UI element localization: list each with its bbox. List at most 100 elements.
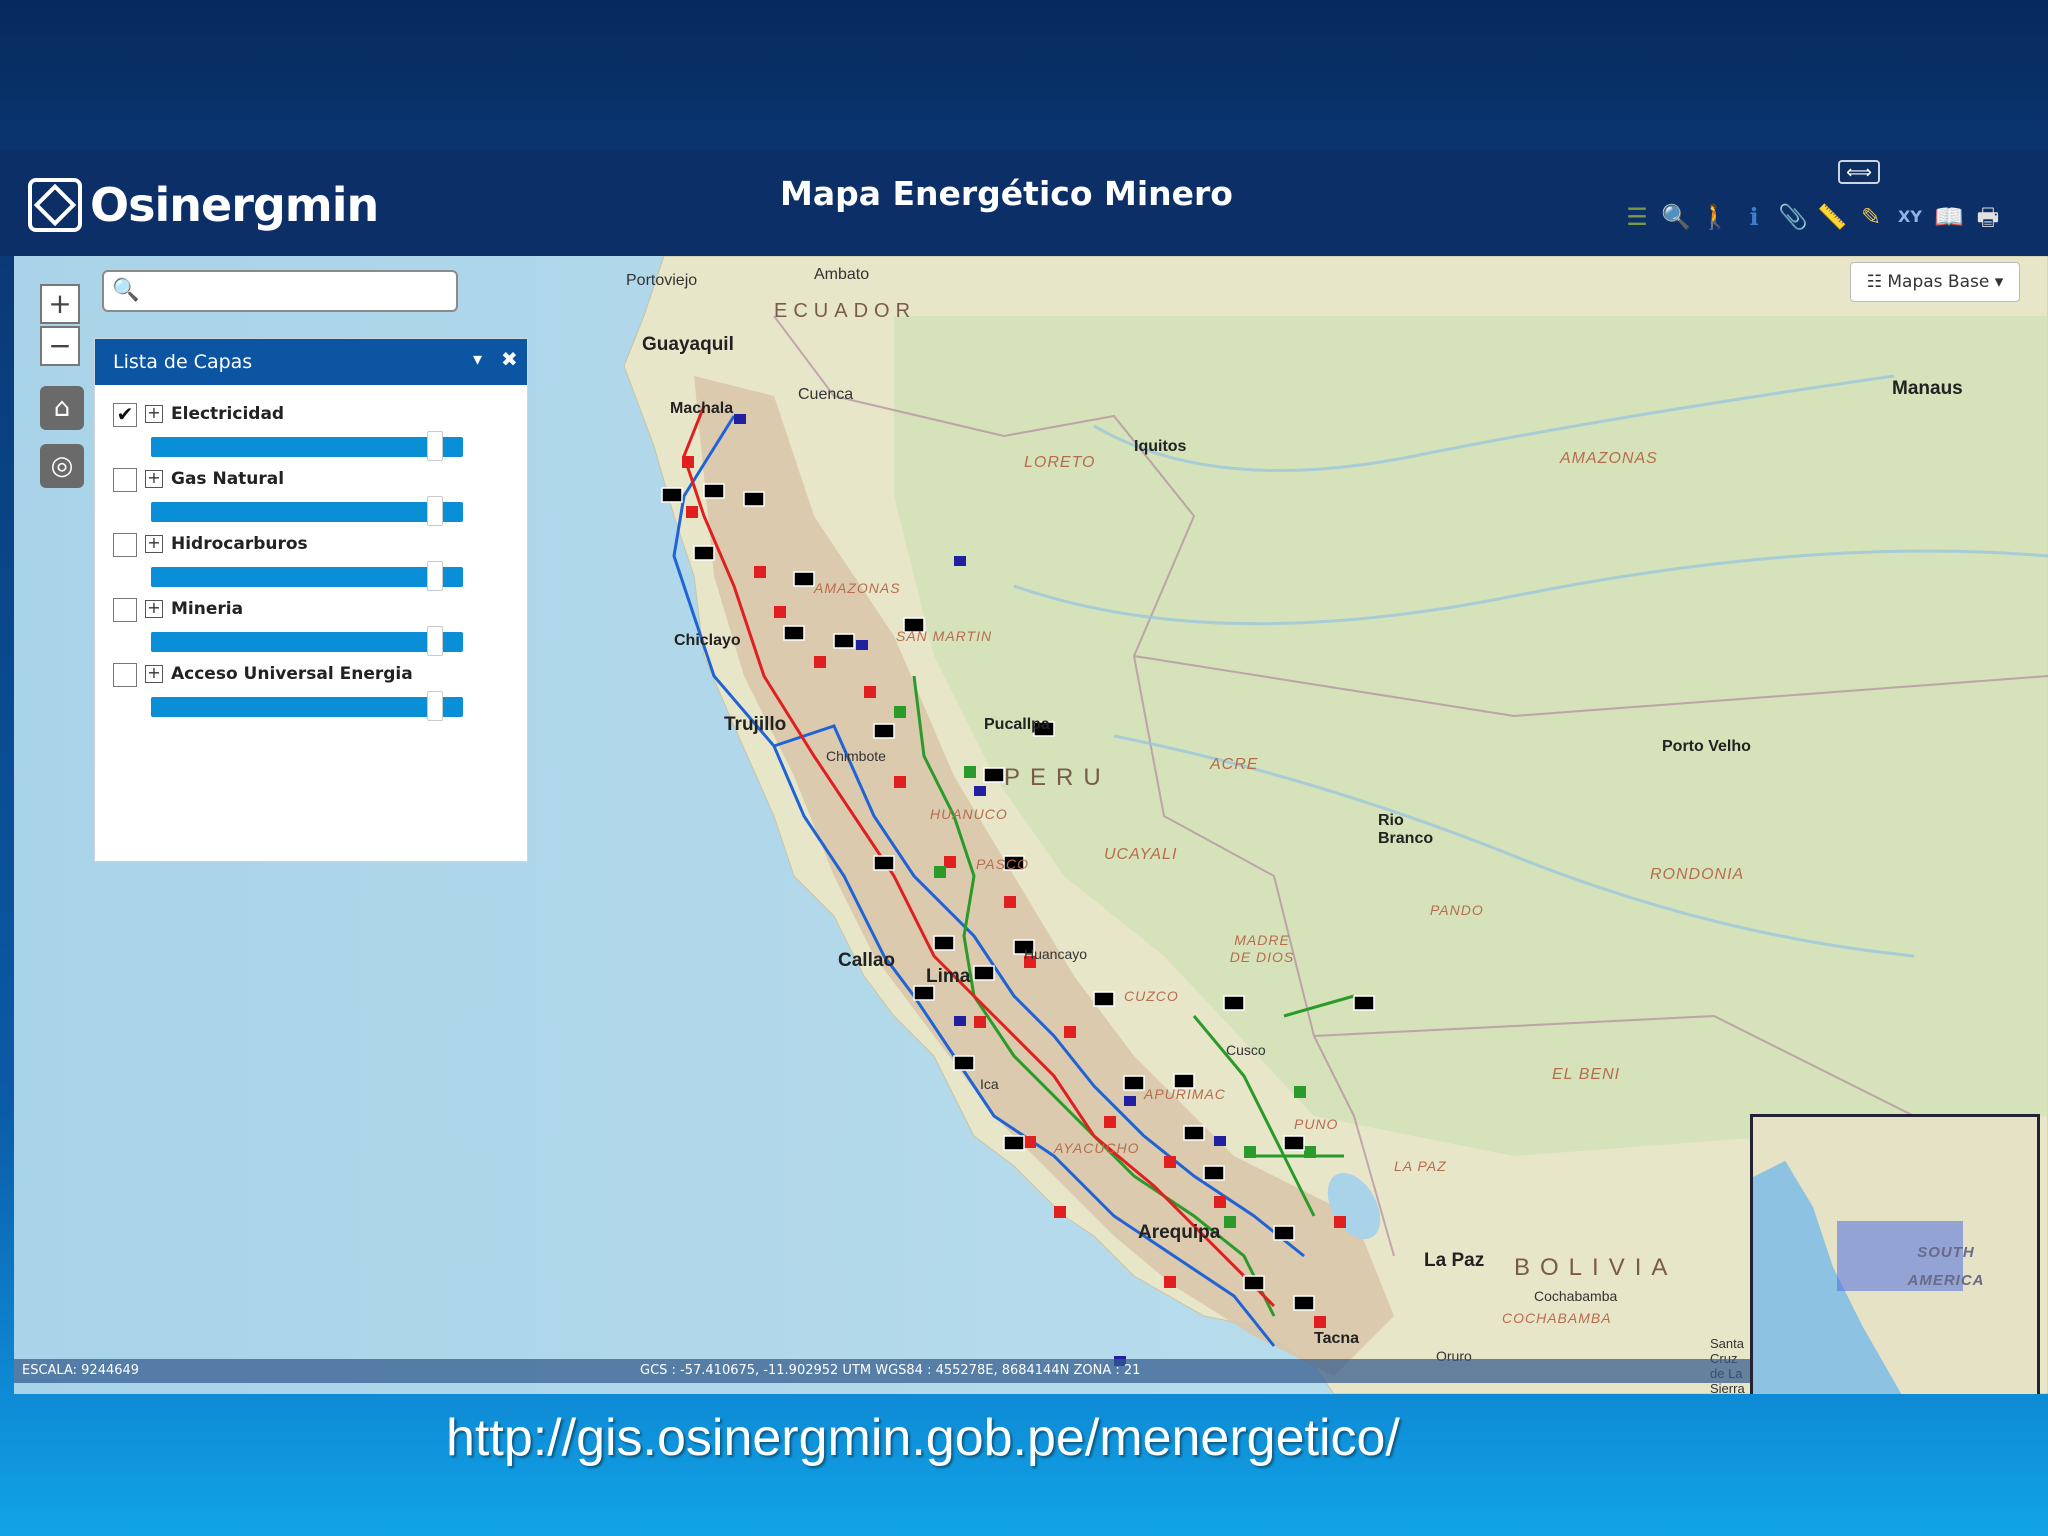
layer-opacity-slider[interactable] [151,632,463,652]
label-ucayali: UCAYALI [1104,846,1178,863]
label-amazonas-br: AMAZONAS [1560,450,1658,467]
expand-icon[interactable]: + [145,600,163,618]
logo-text: Osinergmin [90,178,379,232]
attach-icon[interactable]: 📎 [1778,202,1808,232]
label-arequipa: Arequipa [1138,1222,1221,1243]
logo-mark-icon [28,178,82,232]
layer-item: + Acceso Universal Energia [113,661,513,721]
label-pando: PANDO [1430,902,1484,918]
label-lima: Lima [926,966,971,987]
layer-name: Hidrocarburos [171,534,308,554]
overview-label: SOUTH AMERICA [1907,1244,1985,1289]
label-chiclayo: Chiclayo [674,632,741,649]
label-acre: ACRE [1210,756,1259,773]
layer-opacity-fill [151,502,463,522]
xy-coordinates-icon[interactable]: XY [1895,202,1925,232]
app-title: Mapa Energético Minero [780,174,1233,213]
layers-icon[interactable]: ☰ [1622,202,1652,232]
street-view-icon[interactable]: 🚶 [1700,202,1730,232]
layer-checkbox[interactable] [113,598,137,622]
layer-opacity-handle[interactable] [427,691,443,721]
layer-opacity-slider[interactable] [151,502,463,522]
label-apurimac: APURIMAC [1144,1086,1226,1102]
home-button[interactable]: ⌂ [40,386,84,430]
label-iquitos: Iquitos [1134,438,1187,455]
search-box: 🔍 [102,270,458,312]
label-puno: PUNO [1294,1116,1339,1132]
zoom-in-button[interactable]: + [40,284,80,324]
layer-name: Acceso Universal Energia [171,664,413,684]
layer-checkbox[interactable] [113,663,137,687]
toolbar: ☰ 🔍 🚶 ℹ 📎 📏 ✎ XY 📖 🖶 [1622,202,2003,232]
label-madre-de-dios: MADRE DE DIOS [1229,932,1295,965]
label-cochabamba: Cochabamba [1534,1288,1618,1304]
layer-opacity-handle[interactable] [427,431,443,461]
layer-opacity-slider[interactable] [151,697,463,717]
label-huanuco: HUANUCO [930,806,1008,822]
label-cuzco: CUZCO [1124,988,1179,1004]
scale-text: ESCALA: 9244649 [22,1363,140,1378]
basemap-button[interactable]: ☷ Mapas Base ▾ [1850,262,2020,302]
osinergmin-logo: Osinergmin [28,178,379,232]
label-ica: Ica [980,1076,999,1092]
expand-icon[interactable]: + [145,665,163,683]
coordinates-text: GCS : -57.410675, -11.902952 UTM WGS84 :… [640,1363,1141,1378]
legend-book-icon[interactable]: 📖 [1934,202,1964,232]
layer-item: + Mineria [113,596,513,656]
expand-icon[interactable]: + [145,470,163,488]
layer-item: + Hidrocarburos [113,531,513,591]
label-rondonia: RONDONIA [1650,866,1745,883]
label-san-martin: SAN MARTIN [896,628,993,644]
layers-panel-title: Lista de Capas [113,351,253,373]
label-loreto: LORETO [1024,454,1096,471]
map-view[interactable]: Portoviejo Ambato ECUADOR Guayaquil Cuen… [14,256,2048,1394]
label-porto-velho: Porto Velho [1662,738,1751,755]
layer-opacity-handle[interactable] [427,561,443,591]
layer-checkbox[interactable] [113,468,137,492]
search-icon[interactable]: 🔍 [112,278,139,303]
locate-button[interactable]: ◎ [40,444,84,488]
layer-checkbox[interactable] [113,533,137,557]
label-amazonas-pe: AMAZONAS [814,580,901,596]
layer-opacity-fill [151,697,463,717]
search-icon[interactable]: 🔍 [1661,202,1691,232]
layer-opacity-slider[interactable] [151,567,463,587]
label-la-paz: La Paz [1424,1250,1485,1271]
layer-name: Mineria [171,599,244,619]
close-icon[interactable]: ✖ [501,347,518,371]
label-huancayo: Huancayo [1024,946,1088,962]
home-icon: ⌂ [53,393,71,423]
label-bolivia: BOLIVIA [1514,1254,1678,1281]
measure-icon[interactable]: 📏 [1817,202,1847,232]
info-icon[interactable]: ℹ [1739,202,1769,232]
label-guayaquil: Guayaquil [642,334,734,355]
layer-opacity-slider[interactable] [151,437,463,457]
expand-icon[interactable]: + [145,535,163,553]
footer-url: http://gis.osinergmin.gob.pe/menergetico… [446,1409,1400,1467]
label-machala: Machala [670,400,734,417]
layers-panel: Lista de Capas ▾ ✖ ✔ + Electricidad + Gas Na… [94,338,528,862]
draw-icon[interactable]: ✎ [1856,202,1886,232]
print-icon[interactable]: 🖶 [1973,202,2003,232]
label-ambato: Ambato [814,266,870,283]
layer-opacity-handle[interactable] [427,626,443,656]
label-pasco: PASCO [976,856,1029,872]
expand-icon[interactable]: + [145,405,163,423]
collapse-icon[interactable]: ▾ [473,349,482,370]
layer-opacity-handle[interactable] [427,496,443,526]
label-el-beni: EL BENI [1552,1066,1621,1083]
label-la-paz-dept: LA PAZ [1394,1158,1447,1174]
label-peru: PERU [1004,764,1111,791]
overview-map[interactable]: SOUTH AMERICA [1750,1114,2040,1394]
layers-panel-header: Lista de Capas ▾ ✖ [95,339,527,385]
zoom-out-button[interactable]: − [40,326,80,366]
toggle-width-button[interactable]: ⟺ [1838,160,1880,184]
layer-checkbox[interactable]: ✔ [113,403,137,427]
layer-name: Electricidad [171,404,285,424]
layer-opacity-fill [151,632,463,652]
label-tacna: Tacna [1314,1330,1360,1347]
layer-opacity-fill [151,437,463,457]
label-portoviejo: Portoviejo [626,272,698,289]
layer-item: + Gas Natural [113,466,513,526]
search-input[interactable] [140,276,444,308]
